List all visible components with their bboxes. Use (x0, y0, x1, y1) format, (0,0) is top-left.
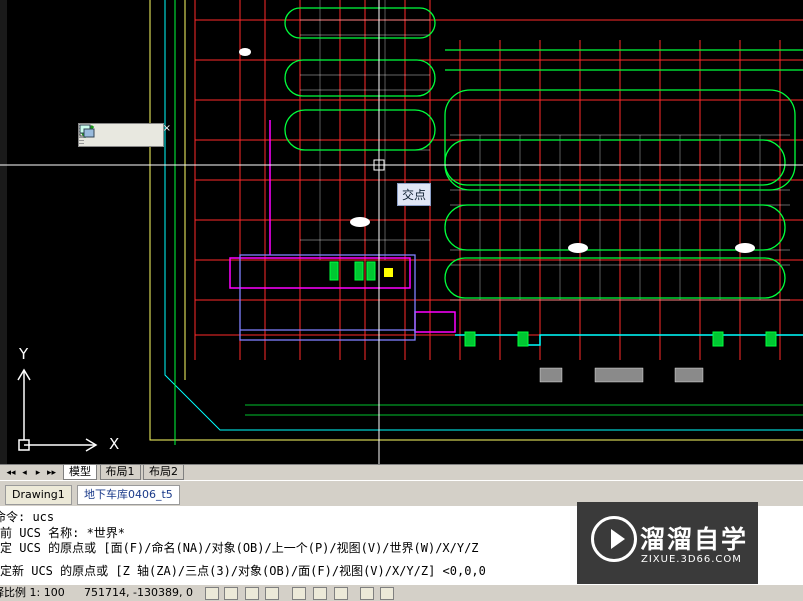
watermark-name: 溜溜自学 (640, 525, 749, 554)
status-bar: 注释比例 1: 100 751714, -130389, 0 (0, 584, 803, 601)
prev-tab-button[interactable]: ◂ (20, 467, 30, 479)
layout-tab-bar: ◂◂ ◂ ▸ ▸▸ 模型 布局1 布局2 (0, 464, 803, 481)
ortho-icon[interactable] (245, 587, 259, 600)
tab-layout1[interactable]: 布局1 (99, 465, 141, 480)
ducs-icon[interactable] (334, 587, 348, 600)
dyn-icon[interactable] (360, 587, 374, 600)
snap-tooltip: 交点 (397, 183, 432, 206)
doc-tab-garage[interactable]: 地下车库0406_t5 (77, 485, 180, 505)
command-line: 指定 UCS 的原点或 [面(F)/命名(NA)/对象(OB)/上一个(P)/视… (0, 541, 479, 555)
command-line: 命令: ucs (0, 510, 55, 524)
watermark-url: ZIXUE.3D66.COM (641, 554, 742, 565)
osnap-toolbar[interactable]: × (78, 123, 171, 147)
drawing-canvas[interactable]: × 交点 Y X (0, 0, 803, 464)
first-tab-button[interactable]: ◂◂ (6, 467, 16, 479)
polar-icon[interactable] (265, 587, 279, 600)
tab-model[interactable]: 模型 (63, 465, 97, 480)
lineweight-icon[interactable] (380, 587, 394, 600)
watermark-logo: 溜溜自学 ZIXUE.3D66.COM (577, 502, 758, 586)
tab-layout2[interactable]: 布局2 (143, 465, 184, 480)
otrack-icon[interactable] (313, 587, 327, 600)
annotation-scale[interactable]: 注释比例 1: 100 (0, 585, 65, 601)
close-icon[interactable]: × (163, 123, 171, 134)
coordinates: 751714, -130389, 0 (84, 586, 193, 599)
osnap-icon[interactable] (292, 587, 306, 600)
ucs-x-label: X (109, 435, 120, 453)
play-icon (591, 516, 637, 562)
doc-tab-drawing1[interactable]: Drawing1 (5, 485, 72, 505)
next-tab-button[interactable]: ▸ (33, 467, 43, 479)
command-line: 当前 UCS 名称: *世界* (0, 526, 126, 540)
ucs-y-label: Y (19, 345, 29, 363)
last-tab-button[interactable]: ▸▸ (47, 467, 57, 479)
layer-icon[interactable] (79, 124, 152, 144)
command-input-line[interactable]: 指定新 UCS 的原点或 [Z 轴(ZA)/三点(3)/对象(OB)/面(F)/… (0, 564, 486, 579)
ucs-icon: Y X (14, 345, 124, 455)
grid-icon[interactable] (224, 587, 238, 600)
checkmark-icon[interactable] (79, 125, 130, 144)
snap-icon[interactable] (205, 587, 219, 600)
